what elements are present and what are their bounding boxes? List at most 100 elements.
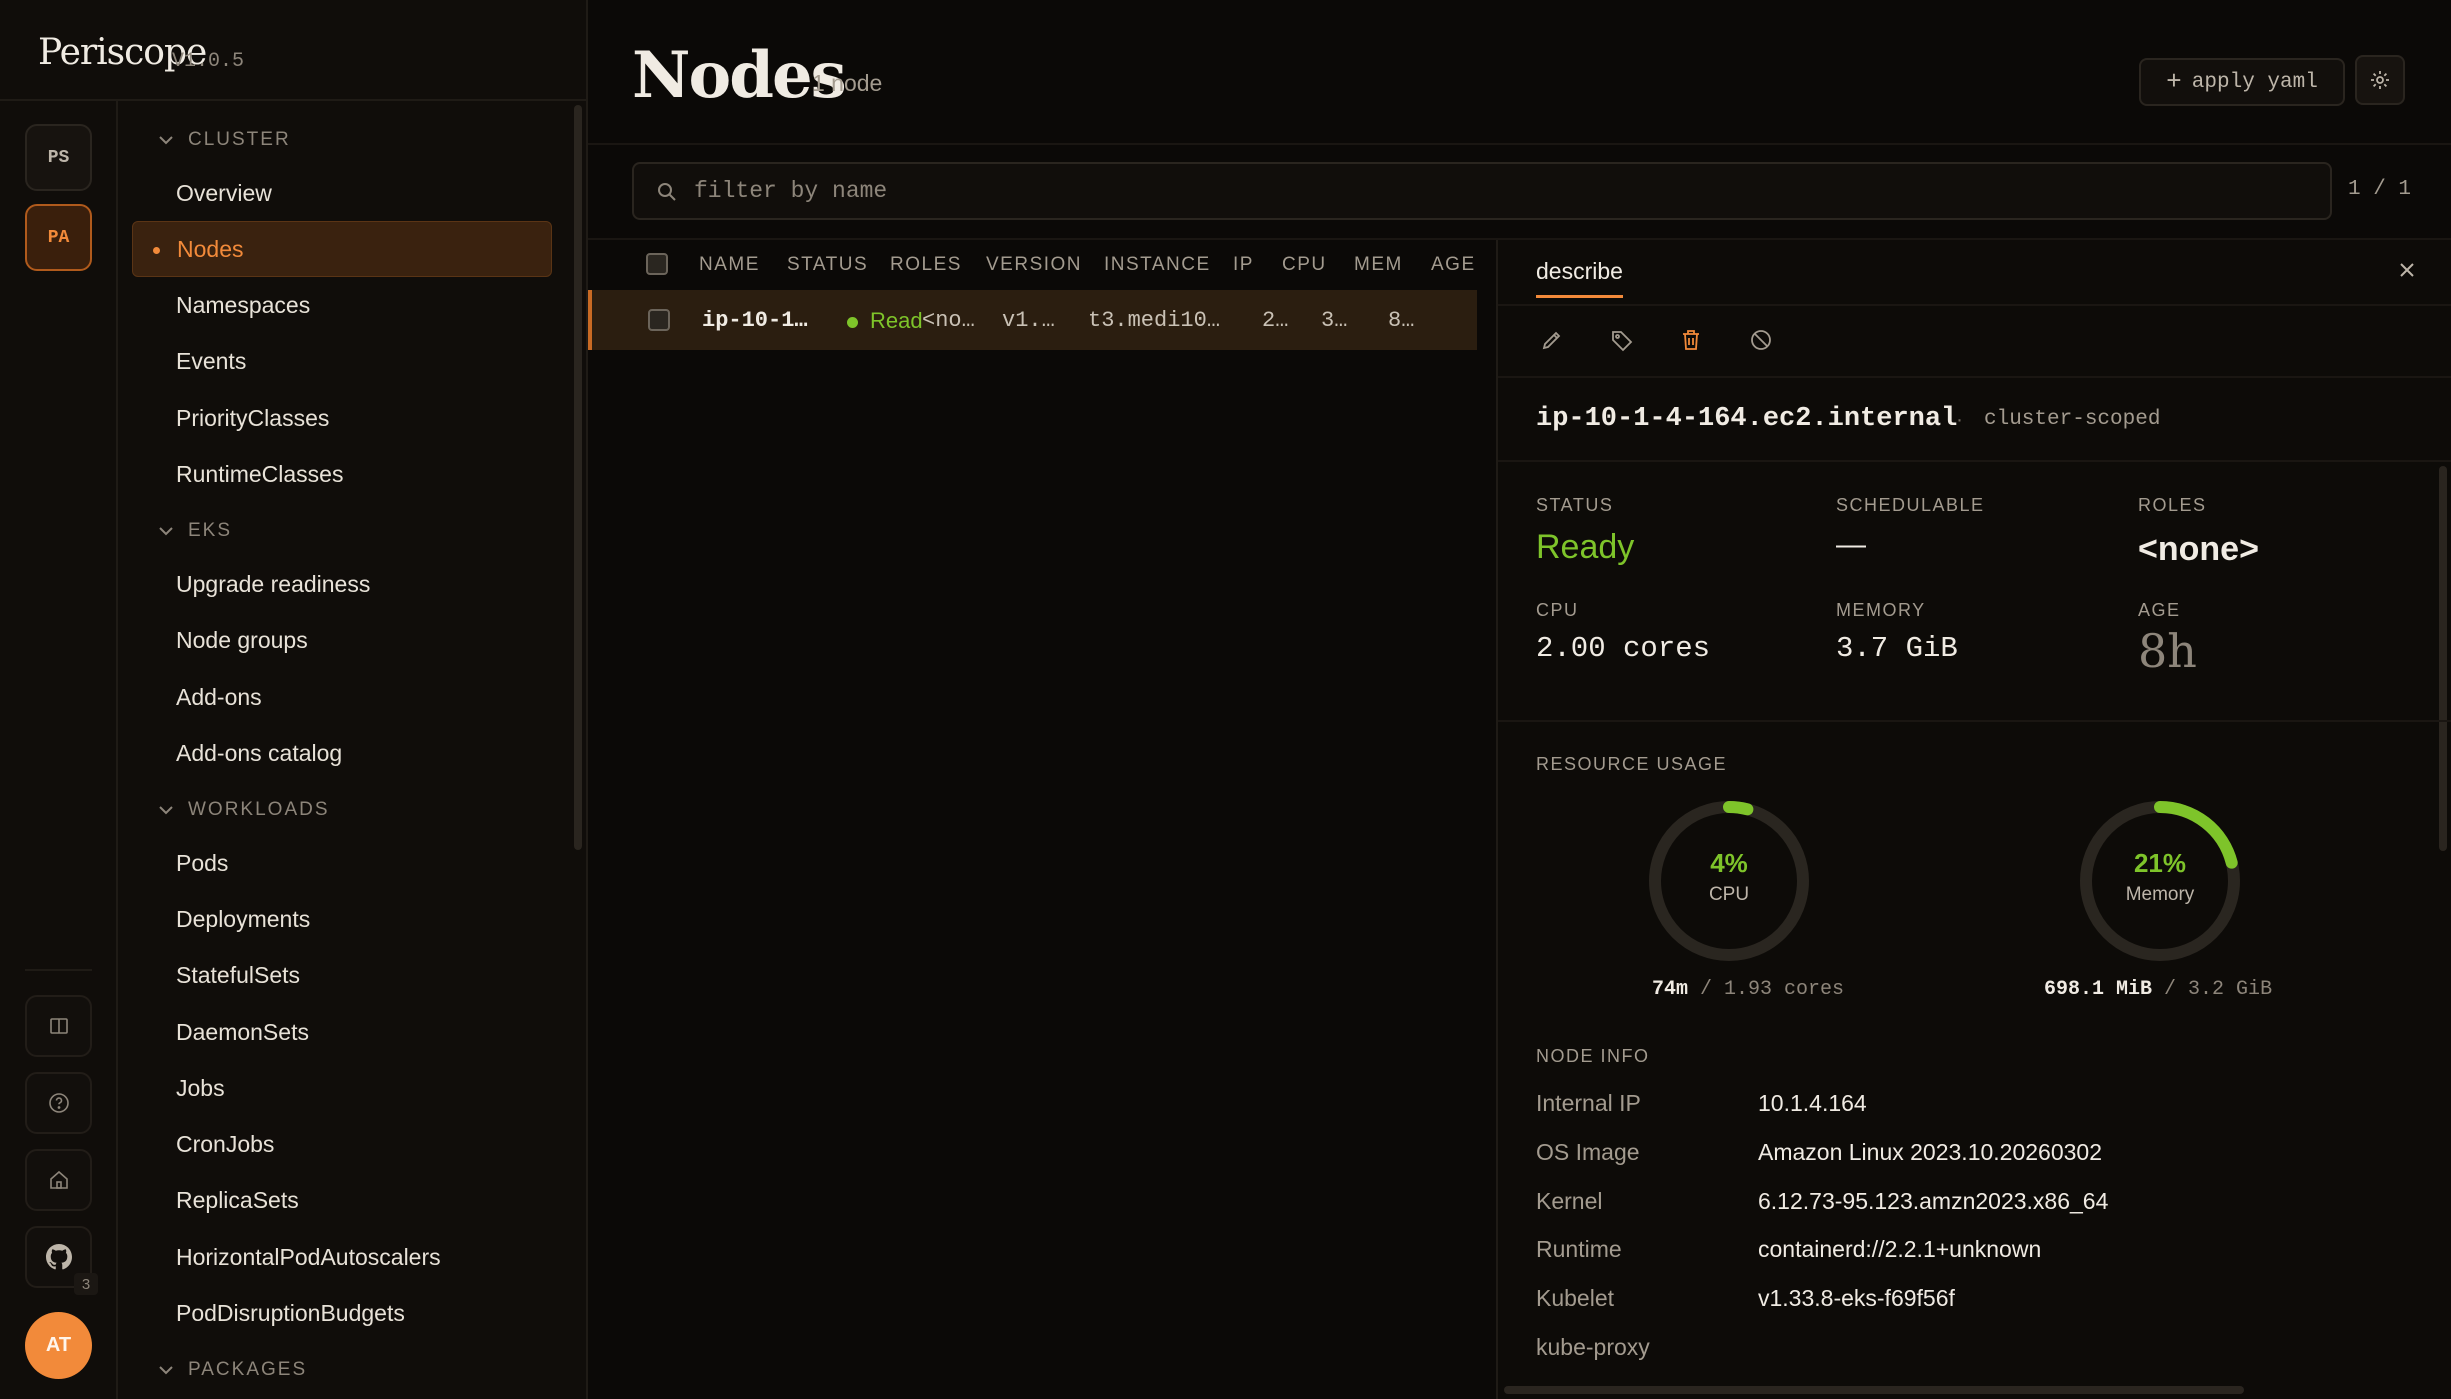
sidebar-nav: CLUSTER Overview Nodes Namespaces Events… <box>118 101 588 1399</box>
schedulable-value: — <box>1836 528 1866 561</box>
info-value-kernel: 6.12.73-95.123.amzn2023.x86_64 <box>1758 1188 2109 1214</box>
info-value-runtime: containerd://2.2.1+unknown <box>1758 1236 2042 1262</box>
roles-value: <none> <box>2138 530 2259 568</box>
cordon-button[interactable] <box>1745 324 1777 356</box>
sidebar-item-add-ons-catalog[interactable]: Add-ons catalog <box>132 725 552 781</box>
pencil-icon <box>1542 331 1561 350</box>
theme-toggle-button[interactable] <box>2355 55 2405 105</box>
select-all-checkbox[interactable] <box>646 253 668 275</box>
section-packages[interactable]: PACKAGES <box>158 1359 307 1381</box>
column-mem[interactable]: MEM <box>1354 254 1403 276</box>
column-version[interactable]: VERSION <box>986 254 1082 276</box>
info-label-kube-proxy: kube-proxy <box>1536 1334 1650 1360</box>
sidebar-item-namespaces[interactable]: Namespaces <box>132 277 552 333</box>
section-workloads-label: WORKLOADS <box>188 799 330 820</box>
sidebar-item-priorityclasses[interactable]: PriorityClasses <box>132 390 552 446</box>
sidebar-scrollbar[interactable] <box>574 105 582 850</box>
chevron-down-icon <box>159 136 173 145</box>
column-age[interactable]: AGE <box>1431 254 1476 276</box>
sidebar-item-label: Nodes <box>177 235 244 262</box>
section-cluster[interactable]: CLUSTER <box>158 129 291 151</box>
sidebar-item-pdb[interactable]: PodDisruptionBudgets <box>132 1285 552 1341</box>
help-icon <box>48 1093 69 1113</box>
column-roles[interactable]: ROLES <box>890 254 962 276</box>
delete-button[interactable] <box>1675 324 1707 356</box>
cell-status-text: Read <box>870 308 923 333</box>
sidebar-item-runtimeclasses[interactable]: RuntimeClasses <box>132 446 552 502</box>
label-button[interactable] <box>1606 324 1638 356</box>
sidebar-item-nodes[interactable]: Nodes <box>132 221 552 277</box>
user-avatar[interactable]: AT <box>25 1312 92 1379</box>
column-name[interactable]: NAME <box>699 254 760 276</box>
cell-status: Read <box>847 308 923 334</box>
help-button[interactable] <box>25 1072 92 1134</box>
column-cpu[interactable]: CPU <box>1282 254 1327 276</box>
column-status[interactable]: STATUS <box>787 254 868 276</box>
section-workloads[interactable]: WORKLOADS <box>158 799 330 821</box>
edit-button[interactable] <box>1536 324 1568 356</box>
panel-horizontal-scrollbar[interactable] <box>1504 1386 2244 1394</box>
cpu-gauge-label: CPU <box>1708 884 1750 905</box>
panel-scrollbar[interactable] <box>2439 466 2447 851</box>
info-label-internal-ip: Internal IP <box>1536 1090 1641 1116</box>
resource-usage-title: RESOURCE USAGE <box>1536 754 1728 774</box>
memory-total: / 3.2 GiB <box>2164 978 2273 1001</box>
sidebar-item-replicasets[interactable]: ReplicaSets <box>132 1172 552 1228</box>
chevron-down-icon <box>159 527 173 536</box>
memory-label: MEMORY <box>1836 600 1926 620</box>
docs-button[interactable] <box>25 995 92 1057</box>
info-value-internal-ip: 10.1.4.164 <box>1758 1090 1867 1116</box>
info-label-kernel: Kernel <box>1536 1188 1603 1214</box>
cell-cpu: 3… <box>1321 308 1348 333</box>
sidebar-item-cronjobs[interactable]: CronJobs <box>132 1116 552 1172</box>
github-badge: 3 <box>74 1273 98 1295</box>
tab-describe[interactable]: describe <box>1536 258 1623 298</box>
table-row[interactable]: ip-10-1… Read <no… v1.… t3.medi10… 2… 3…… <box>588 290 1477 350</box>
memory-gauge-label: Memory <box>2125 884 2195 905</box>
status-value: Ready <box>1536 528 1635 566</box>
cell-mem: 8… <box>1388 308 1415 333</box>
cpu-gauge-percent: 4% <box>1710 848 1748 878</box>
sidebar-item-node-groups[interactable]: Node groups <box>132 612 552 668</box>
memory-value: 3.7 GiB <box>1836 632 1958 665</box>
sidebar-item-hpa[interactable]: HorizontalPodAutoscalers <box>132 1229 552 1285</box>
column-instance[interactable]: INSTANCE <box>1104 254 1211 276</box>
sidebar-item-jobs[interactable]: Jobs <box>132 1060 552 1116</box>
section-eks-label: EKS <box>188 520 233 541</box>
context-rail: PS PA 3 AT <box>0 101 118 1399</box>
row-checkbox[interactable] <box>648 309 670 331</box>
section-eks[interactable]: EKS <box>158 520 232 542</box>
column-ip[interactable]: IP <box>1233 254 1254 276</box>
context-button-pa[interactable]: PA <box>25 204 92 271</box>
cell-roles: <no… <box>922 308 975 333</box>
sidebar-item-overview[interactable]: Overview <box>132 165 552 221</box>
info-label-kubelet: Kubelet <box>1536 1285 1615 1311</box>
memory-usage-caption: 698.1 MiB / 3.2 GiB <box>2044 978 2272 1001</box>
filter-input[interactable] <box>694 164 2294 218</box>
github-icon <box>45 1244 72 1270</box>
home-icon <box>49 1170 68 1189</box>
tag-icon <box>1612 331 1633 352</box>
sidebar-item-add-ons[interactable]: Add-ons <box>132 669 552 725</box>
search-icon <box>658 183 676 201</box>
close-icon[interactable] <box>2397 260 2417 280</box>
panel-divider <box>1498 460 2451 462</box>
status-label: STATUS <box>1536 495 1614 515</box>
apply-yaml-button[interactable]: + apply yaml <box>2139 58 2345 106</box>
sidebar-item-statefulsets[interactable]: StatefulSets <box>132 947 552 1003</box>
cpu-value: 2.00 cores <box>1536 632 1711 665</box>
section-cluster-label: CLUSTER <box>188 129 291 150</box>
cpu-usage-caption: 74m / 1.93 cores <box>1652 978 1844 1001</box>
sidebar-item-daemonsets[interactable]: DaemonSets <box>132 1004 552 1060</box>
separator-dot: · <box>1956 408 1963 431</box>
home-button[interactable] <box>25 1149 92 1211</box>
node-count: 1 node <box>812 70 883 96</box>
sidebar-item-pods[interactable]: Pods <box>132 835 552 891</box>
sidebar-item-events[interactable]: Events <box>132 333 552 389</box>
cell-name: ip-10-1… <box>702 308 808 333</box>
sidebar-item-upgrade-readiness[interactable]: Upgrade readiness <box>132 556 552 612</box>
info-value-kubelet: v1.33.8-eks-f69f56f <box>1758 1285 1955 1311</box>
context-button-ps[interactable]: PS <box>25 124 92 191</box>
cell-ip: 2… <box>1262 308 1289 333</box>
sidebar-item-deployments[interactable]: Deployments <box>132 891 552 947</box>
